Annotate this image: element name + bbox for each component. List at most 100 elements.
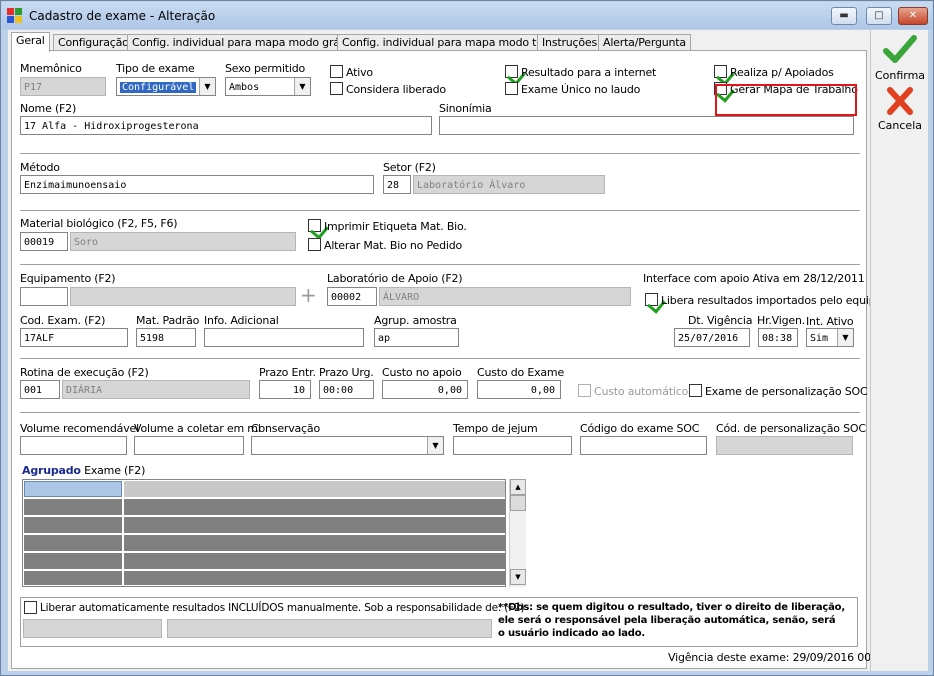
grid-cell[interactable]	[124, 517, 505, 533]
tab-configuracao[interactable]: Configuração	[53, 34, 134, 51]
grid-cell[interactable]	[24, 535, 122, 551]
window-title: Cadastro de exame - Alteração	[29, 9, 216, 23]
volume-rec-field[interactable]	[20, 436, 127, 455]
libera-import-checkbox[interactable]	[645, 293, 658, 306]
nome-field[interactable]: 17 Alfa - Hidroxiprogesterona	[20, 116, 432, 135]
tab-alerta-pergunta[interactable]: Alerta/Pergunta	[598, 34, 691, 51]
liberar-auto-label: Liberar automaticamente resultados INCLU…	[40, 602, 525, 614]
title-bar: Cadastro de exame - Alteração ▬ □ ✕	[2, 2, 932, 29]
tipo-exame-select[interactable]: Configurável ▼	[116, 77, 216, 96]
alterar-mat-checkbox[interactable]	[308, 238, 321, 251]
int-ativo-select[interactable]: Sim ▼	[806, 328, 854, 347]
grid-scrollbar[interactable]: ▲ ▼	[509, 479, 526, 587]
grid-cell[interactable]	[124, 499, 505, 515]
conservacao-select[interactable]: ▼	[251, 436, 444, 455]
custo-apoio-field[interactable]: 0,00	[382, 380, 468, 399]
considera-liberado-checkbox[interactable]	[330, 82, 343, 95]
close-button[interactable]: ✕	[898, 7, 928, 25]
info-adicional-field[interactable]	[204, 328, 364, 347]
exame-personalizacao-checkbox[interactable]	[689, 384, 702, 397]
prazo-urg-label: Prazo Urg.	[319, 366, 374, 379]
chevron-down-icon[interactable]: ▼	[294, 78, 310, 95]
action-sidebar: Confirma Cancela	[870, 30, 928, 671]
dt-vigencia-field[interactable]: 25/07/2016	[674, 328, 750, 347]
prazo-urg-field[interactable]: 00:00	[319, 380, 374, 399]
exame-unico-checkbox[interactable]	[505, 82, 518, 95]
metodo-field[interactable]: Enzimaimunoensaio	[20, 175, 374, 194]
codigo-soc-field[interactable]	[580, 436, 707, 455]
tab-geral[interactable]: Geral	[11, 32, 50, 52]
grid-cell-selected[interactable]	[24, 481, 122, 497]
prazo-entr-field[interactable]: 10	[259, 380, 311, 399]
minimize-button[interactable]: ▬	[831, 7, 857, 25]
maximize-button[interactable]: □	[866, 7, 892, 25]
divider	[20, 210, 860, 212]
grid-cell[interactable]	[24, 553, 122, 569]
volume-coletar-label: Volume a coletar em ml	[134, 422, 261, 435]
x-icon	[887, 87, 913, 115]
tempo-jejum-field[interactable]	[453, 436, 572, 455]
chevron-down-icon[interactable]: ▼	[837, 329, 853, 346]
grid-cell[interactable]	[24, 571, 122, 585]
liberar-auto-checkbox[interactable]	[24, 601, 37, 614]
tab-config-mapa-grafico[interactable]: Config. individual para mapa modo gráfic…	[127, 34, 364, 51]
chevron-down-icon[interactable]: ▼	[427, 437, 443, 454]
window: Cadastro de exame - Alteração ▬ □ ✕ Gera…	[0, 0, 934, 676]
exame-unico-label: Exame Único no laudo	[521, 83, 641, 96]
setor-label: Setor (F2)	[383, 161, 436, 174]
grid-cell[interactable]	[124, 535, 505, 551]
grid-cell[interactable]	[124, 553, 505, 569]
setor-code-field[interactable]: 28	[383, 175, 411, 194]
realiza-apoiados-checkbox[interactable]	[714, 65, 727, 78]
cod-personal-soc-field	[716, 436, 853, 455]
cod-exam-field[interactable]: 17ALF	[20, 328, 128, 347]
rotina-code-field[interactable]: 001	[20, 380, 60, 399]
scroll-thumb[interactable]	[510, 495, 526, 511]
conservacao-label: Conservação	[251, 422, 320, 435]
grid-cell[interactable]	[24, 499, 122, 515]
volume-coletar-field[interactable]	[134, 436, 244, 455]
mat-padrao-label: Mat. Padrão	[136, 314, 200, 327]
ativo-checkbox[interactable]	[330, 65, 343, 78]
custo-apoio-label: Custo no apoio	[382, 366, 462, 379]
resultado-internet-checkbox[interactable]	[505, 65, 518, 78]
volume-rec-label: Volume recomendável	[20, 422, 139, 435]
sexo-select[interactable]: Ambos ▼	[225, 77, 311, 96]
custo-exame-field[interactable]: 0,00	[477, 380, 561, 399]
scroll-down-icon[interactable]: ▼	[510, 569, 526, 585]
obs-line-1: **Obs: se quem digitou o resultado, tive…	[498, 602, 845, 613]
ativo-label: Ativo	[346, 66, 373, 79]
grid-header-agrupado: Agrupado	[22, 464, 81, 477]
scroll-up-icon[interactable]: ▲	[510, 479, 526, 495]
hr-vigen-field[interactable]: 08:38	[758, 328, 798, 347]
material-code-field[interactable]: 00019	[20, 232, 68, 251]
rotina-name-field: DIÁRIA	[62, 380, 250, 399]
tab-config-mapa-texto[interactable]: Config. individual para mapa modo texto	[337, 34, 565, 51]
confirm-button[interactable]: Confirma	[871, 34, 929, 82]
grid-header-exame: Exame (F2)	[80, 464, 146, 477]
agrup-amostra-field[interactable]: ap	[374, 328, 459, 347]
lab-apoio-code-field[interactable]: 00002	[327, 287, 377, 306]
mat-padrao-field[interactable]: 5198	[136, 328, 196, 347]
add-icon[interactable]: +	[300, 285, 317, 305]
tab-instrucoes[interactable]: Instruções	[537, 34, 603, 51]
imprimir-etiqueta-checkbox[interactable]	[308, 219, 321, 232]
resultado-internet-label: Resultado para a internet	[521, 66, 657, 79]
imprimir-etiqueta-label: Imprimir Etiqueta Mat. Bio.	[324, 220, 467, 233]
custo-automatico-checkbox[interactable]	[578, 384, 591, 397]
responsavel-name-field	[167, 619, 492, 638]
equipamento-code-field[interactable]	[20, 287, 68, 306]
highlight-box	[715, 84, 857, 116]
grid-cell[interactable]	[24, 517, 122, 533]
agrupado-grid[interactable]	[22, 479, 506, 587]
grid-cell[interactable]	[124, 571, 505, 585]
grid-cell[interactable]	[124, 481, 505, 497]
vigencia-text: Vigência deste exame: 29/09/2016 009	[668, 651, 878, 664]
chevron-down-icon[interactable]: ▼	[199, 78, 215, 95]
equipamento-name-field	[70, 287, 296, 306]
mnemonico-field[interactable]: P17	[20, 77, 106, 96]
alterar-mat-label: Alterar Mat. Bio no Pedido	[324, 239, 463, 252]
material-label: Material biológico (F2, F5, F6)	[20, 217, 178, 230]
sinonimia-field[interactable]	[439, 116, 854, 135]
cancel-button[interactable]: Cancela	[871, 86, 929, 132]
